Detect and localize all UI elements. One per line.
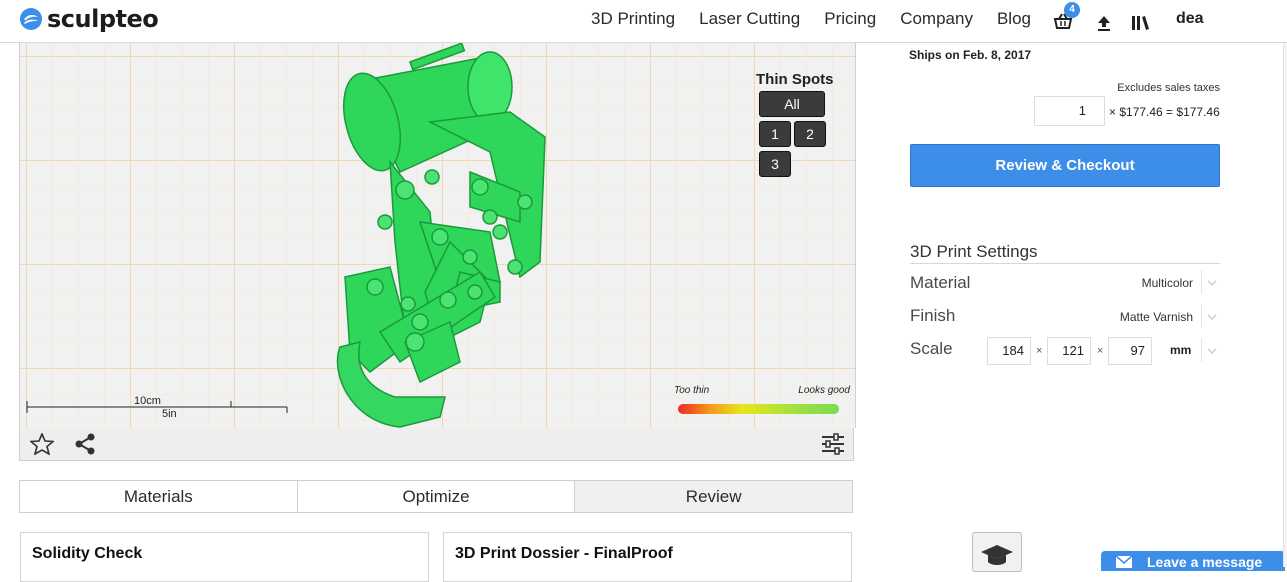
unit-dropdown[interactable] xyxy=(1201,338,1220,362)
brand-name: sculpteo xyxy=(47,5,159,33)
workflow-tabs: Materials Optimize Review xyxy=(19,480,853,513)
sculpteo-logo[interactable]: sculpteo xyxy=(19,5,159,33)
top-header: sculpteo 3D Printing Laser Cutting Prici… xyxy=(0,0,1287,43)
tab-optimize[interactable]: Optimize xyxy=(297,481,576,512)
upload-button[interactable] xyxy=(1097,11,1111,31)
times-sign: × xyxy=(1036,345,1043,357)
solidity-check-title: Solidity Check xyxy=(32,545,143,562)
help-button[interactable] xyxy=(972,532,1022,572)
leave-message-label: Leave a message xyxy=(1147,554,1263,570)
chevron-down-icon xyxy=(1207,314,1217,320)
viewer-toolbar xyxy=(19,428,854,461)
star-icon[interactable] xyxy=(30,433,54,455)
nav-laser-cutting[interactable]: Laser Cutting xyxy=(699,9,800,29)
scale-x-input[interactable]: 184 xyxy=(987,337,1031,365)
thin-spots-1-button[interactable]: 1 xyxy=(759,121,791,147)
scale-z-input[interactable]: 97 xyxy=(1108,337,1152,365)
scale-label: Scale xyxy=(910,339,953,358)
legend-too-thin: Too thin xyxy=(674,385,710,396)
scale-bar: 10cm 5in xyxy=(26,387,296,420)
library-icon xyxy=(1132,16,1149,30)
print-dossier-card: 3D Print Dossier - FinalProof xyxy=(443,532,852,582)
thin-spots-all-button[interactable]: All xyxy=(759,91,825,117)
3d-model[interactable] xyxy=(320,42,580,428)
sliders-icon[interactable] xyxy=(821,433,845,455)
material-label: Material xyxy=(910,273,971,292)
ship-date: Ships on Feb. 8, 2017 xyxy=(909,48,1032,62)
unit-select[interactable]: mm xyxy=(1170,343,1191,357)
main-nav: 3D Printing Laser Cutting Pricing Compan… xyxy=(591,9,1055,29)
print-dossier-title: 3D Print Dossier - FinalProof xyxy=(455,545,673,562)
library-button[interactable] xyxy=(1131,11,1151,30)
cart-button[interactable]: 4 xyxy=(1053,2,1080,30)
material-dropdown[interactable] xyxy=(1201,270,1220,294)
graduation-cap-icon xyxy=(981,545,1013,565)
upload-icon xyxy=(1098,16,1110,31)
nav-blog[interactable]: Blog xyxy=(997,9,1031,29)
solidity-check-card: Solidity Check xyxy=(20,532,429,582)
print-settings-title: 3D Print Settings xyxy=(910,242,1220,264)
review-checkout-button[interactable]: Review & Checkout xyxy=(910,144,1220,187)
chevron-down-icon xyxy=(1207,348,1217,354)
finish-label: Finish xyxy=(910,306,956,325)
scale-bar-ruler xyxy=(26,401,288,413)
chevron-down-icon xyxy=(1207,280,1217,286)
page-scrollbar[interactable] xyxy=(1283,42,1287,567)
share-icon[interactable] xyxy=(74,433,96,455)
thin-spots-title: Thin Spots xyxy=(756,71,834,88)
times-sign: × xyxy=(1097,345,1104,357)
finish-select[interactable]: Matte Varnish xyxy=(1120,310,1193,324)
nav-pricing[interactable]: Pricing xyxy=(824,9,876,29)
tab-review[interactable]: Review xyxy=(575,481,853,512)
tax-note: Excludes sales taxes xyxy=(1117,82,1220,94)
sculpteo-logo-icon xyxy=(20,8,42,30)
quantity-input[interactable]: 1 xyxy=(1034,96,1105,126)
price-summary: × $177.46 = $177.46 xyxy=(1109,105,1220,119)
tab-materials[interactable]: Materials xyxy=(20,481,298,512)
thickness-gradient-bar xyxy=(678,404,839,414)
material-select[interactable]: Multicolor xyxy=(1142,276,1193,290)
scale-y-input[interactable]: 121 xyxy=(1047,337,1091,365)
header-actions: 4 dea xyxy=(1053,2,1204,32)
finish-dropdown[interactable] xyxy=(1201,304,1220,328)
legend-looks-good: Looks good xyxy=(798,385,850,396)
thin-spots-3-button[interactable]: 3 xyxy=(759,151,791,177)
leave-message-button[interactable]: Leave a message xyxy=(1101,551,1285,571)
user-account-menu[interactable]: dea xyxy=(1176,10,1204,28)
thickness-legend: Too thin Looks good xyxy=(674,383,850,423)
scale-bar-imperial: 5in xyxy=(162,408,177,420)
scale-bar-metric: 10cm xyxy=(134,395,161,407)
thin-spots-2-button[interactable]: 2 xyxy=(794,121,826,147)
cart-count-badge: 4 xyxy=(1064,2,1080,18)
nav-3d-printing[interactable]: 3D Printing xyxy=(591,9,675,29)
model-viewer[interactable]: Thin Spots All 1 2 3 10cm 5in Too thin L… xyxy=(19,42,856,428)
nav-company[interactable]: Company xyxy=(900,9,973,29)
